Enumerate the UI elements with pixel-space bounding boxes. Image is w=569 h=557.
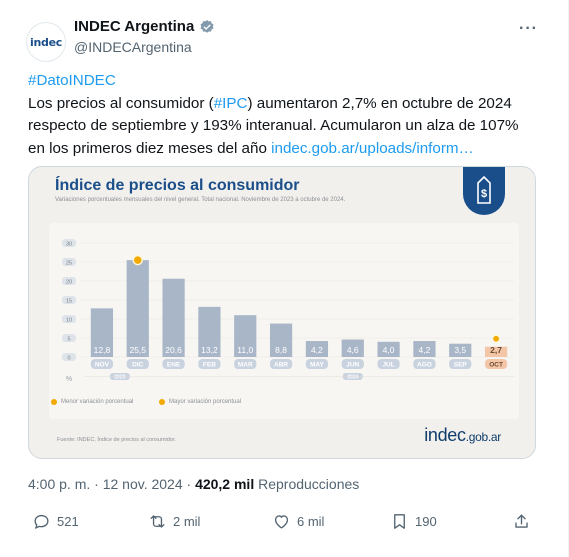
category-label: AGO <box>417 362 432 369</box>
ytick-label: 25 <box>66 261 72 267</box>
category-label: SEP <box>454 362 468 369</box>
ytick-label: 5 <box>67 337 70 343</box>
share-button[interactable] <box>512 512 531 531</box>
repost-button[interactable]: 2 mil <box>148 512 200 531</box>
avatar[interactable]: indec <box>26 22 66 62</box>
category-label: ENE <box>167 362 181 369</box>
legend-min: Menor variación porcentual <box>51 399 133 405</box>
ytick-label: 10 <box>66 318 72 324</box>
author-name-row: INDEC Argentina <box>74 18 215 35</box>
views-count: 420,2 mil <box>195 476 255 492</box>
category-label: NOV <box>95 362 110 369</box>
bar-dic <box>126 260 149 357</box>
tweet-text: #DatoINDEC Los precios al consumidor (#I… <box>28 70 538 160</box>
category-label: MAY <box>310 362 325 369</box>
ytick-label: 30 <box>66 242 72 248</box>
reply-icon <box>34 514 49 530</box>
tweet-meta: 4:00 p. m. · 12 nov. 2024 · 420,2 mil Re… <box>28 476 359 492</box>
bookmark-button[interactable]: 190 <box>390 512 437 531</box>
indec-brand-logo: indec.gob.ar <box>424 425 501 446</box>
brand-suffix: .gob.ar <box>465 430 502 444</box>
hashtag-ipc-link[interactable]: #IPC <box>214 95 248 112</box>
category-label: JUN <box>346 362 359 369</box>
heart-icon <box>274 515 289 529</box>
timestamp[interactable]: 4:00 p. m. · 12 nov. 2024 · <box>28 476 195 492</box>
handle[interactable]: @INDECArgentina <box>74 39 192 55</box>
avatar-logo-text: indec <box>30 35 62 49</box>
bookmark-count: 190 <box>415 514 437 529</box>
value-label: 3,5 <box>454 345 466 355</box>
reply-button[interactable]: 521 <box>32 512 79 531</box>
tweet-card: indec INDEC Argentina @INDECArgentina ··… <box>0 0 569 557</box>
category-label: FEB <box>203 362 216 369</box>
verified-badge-icon <box>200 19 214 33</box>
bookmark-icon <box>394 514 405 529</box>
views-label: Reproducciones <box>254 476 360 492</box>
repost-icon <box>150 515 165 528</box>
max-marker-icon <box>132 254 143 266</box>
value-label: 12,8 <box>94 345 111 355</box>
value-label: 13,2 <box>201 345 218 355</box>
display-name[interactable]: INDEC Argentina <box>74 18 194 35</box>
value-label: 4,6 <box>347 345 359 355</box>
value-label: 4,2 <box>311 345 323 355</box>
value-label: 20,6 <box>165 345 182 355</box>
min-marker-icon <box>491 334 501 343</box>
brand-main: indec <box>424 425 466 445</box>
action-bar: 521 2 mil 6 mil 190 <box>28 512 540 542</box>
ytick-label: 20 <box>66 280 72 286</box>
like-button[interactable]: 6 mil <box>272 512 324 531</box>
category-label: DIC <box>132 362 144 369</box>
repost-count: 2 mil <box>173 514 201 529</box>
tweet-body-part-1: Los precios al consumidor ( <box>28 94 214 112</box>
value-label: 4,2 <box>419 345 431 355</box>
media-image[interactable]: Índice de precios al consumidor Variacio… <box>28 166 536 459</box>
tweet-url-link[interactable]: indec.gob.ar/uploads/inform… <box>271 140 474 157</box>
category-label: ABR <box>274 362 288 369</box>
y-unit-label: % <box>66 376 72 383</box>
legend-min-label: Menor variación porcentual <box>61 399 134 405</box>
value-label: 8,8 <box>275 345 287 355</box>
legend-max: Mayor variación porcentual <box>159 399 241 405</box>
hashtag-link[interactable]: #DatoINDEC <box>28 72 116 89</box>
ytick-label: 0 <box>67 356 70 362</box>
value-label: 25,5 <box>129 345 146 355</box>
category-label: OCT <box>489 362 503 369</box>
chart-source: Fuente: INDEC, Índice de precios al cons… <box>57 437 176 443</box>
value-label: 4,0 <box>383 345 395 355</box>
bar-chart: 0 5 10 15 20 25 30% 12,8 NOV 25,5 DIC 20,6 ENE 13,2 FE… <box>62 239 514 383</box>
more-options-icon[interactable]: ··· <box>519 20 538 38</box>
category-label: MAR <box>238 362 253 369</box>
legend-max-dot-icon <box>159 399 165 405</box>
ytick-label: 15 <box>66 299 72 305</box>
legend-max-label: Mayor variación porcentual <box>169 399 242 405</box>
reply-count: 521 <box>57 514 79 529</box>
value-label: 11,0 <box>237 345 253 355</box>
value-label: 2,7 <box>490 345 502 355</box>
year-label: 2023 <box>114 375 125 381</box>
share-icon <box>515 514 528 528</box>
legend-min-dot-icon <box>51 399 57 405</box>
category-label: JUL <box>382 362 394 369</box>
like-count: 6 mil <box>297 514 325 529</box>
year-label: 2024 <box>347 375 358 381</box>
